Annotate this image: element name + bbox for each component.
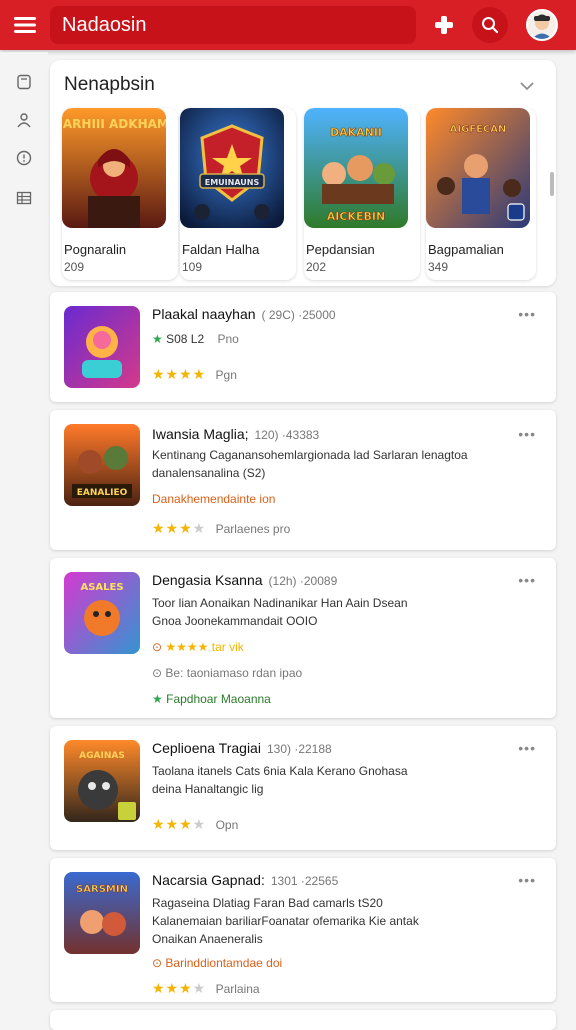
table-icon[interactable] — [14, 188, 34, 208]
plus-icon[interactable] — [426, 7, 462, 43]
featured-tile[interactable]: NEARHIII ADKHAMHI Pognaralin 209 — [62, 108, 178, 280]
tile-name: Pepdansian — [306, 242, 375, 257]
item-title: Nacarsia Gapnad: 1301 ·22565 — [152, 872, 339, 888]
more-options-icon[interactable]: ••• — [518, 872, 536, 888]
item-description: danalensanalina (S2) — [152, 466, 266, 480]
game-art: AIGFECAN — [426, 108, 530, 228]
svg-text:SARSMIN: SARSMIN — [76, 884, 128, 895]
info-icon[interactable] — [14, 148, 34, 168]
item-stars: ★★★★ Parlaenes pro — [152, 520, 291, 536]
search-icon[interactable] — [472, 7, 508, 43]
tile-number: 202 — [306, 260, 327, 274]
tile-name: Pognaralin — [64, 242, 127, 257]
item-stars: ★★★★ Pgn — [152, 366, 237, 382]
list-item[interactable]: Plaakal naayhan( 29C) ·25000 ★ S08 L2 Pn… — [50, 292, 556, 402]
svg-text:AGAINAS: AGAINAS — [79, 751, 125, 761]
featured-section: Nenapbsin NEARHIII ADKHAMHI Pognaralin 2… — [50, 60, 556, 286]
item-description: deina Hanaltangic lig — [152, 782, 264, 796]
featured-tile[interactable]: EMUINAUNS Faldan Halha 109 — [180, 108, 296, 280]
list-item[interactable]: ASALES Dengasia Ksanna (12h) ·20089 Toor … — [50, 558, 556, 718]
featured-title: Nenapbsin — [64, 74, 155, 95]
user-icon[interactable] — [14, 110, 34, 130]
tablet-icon[interactable] — [14, 72, 34, 92]
svg-text:NEARHIII ADKHAMHI: NEARHIII ADKHAMHI — [62, 117, 166, 131]
game-thumbnail: AGAINAS — [64, 740, 140, 822]
svg-text:DAKANII: DAKANII — [330, 126, 382, 139]
item-stars: ★★★★ Opn — [152, 816, 239, 832]
item-highlight: ⊙ Barinddiontamdae doi — [152, 956, 283, 970]
svg-text:EANALIEO: EANALIEO — [77, 488, 128, 498]
item-badge: ★ Fapdhoar Maoanna — [152, 692, 271, 706]
svg-text:EMUINAUNS: EMUINAUNS — [205, 178, 260, 187]
chevron-down-icon[interactable] — [518, 77, 536, 95]
item-title: Iwansia Maglia; 120) ·43383 — [152, 426, 320, 442]
featured-tile[interactable]: AIGFECAN Bagpamalian 349 — [426, 108, 536, 280]
list-item[interactable] — [50, 1010, 556, 1030]
game-thumbnail: EANALIEO — [64, 424, 140, 506]
item-description: Gnoa Joonekammandait OOIO — [152, 614, 318, 628]
item-title: Dengasia Ksanna (12h) ·20089 — [152, 572, 338, 588]
game-art: EMUINAUNS — [180, 108, 284, 228]
item-highlight: Danakhemendainte ion — [152, 492, 276, 506]
item-description: Onaikan Anaeneralis — [152, 932, 263, 946]
tile-number: 109 — [182, 260, 203, 274]
more-options-icon[interactable]: ••• — [518, 426, 536, 442]
side-navigation — [0, 52, 48, 1024]
item-title: Ceplioena Tragiai 130) ·22188 — [152, 740, 332, 756]
list-item[interactable]: SARSMIN Nacarsia Gapnad: 1301 ·22565 Raga… — [50, 858, 556, 1002]
scrollbar[interactable] — [550, 172, 554, 196]
item-description: Toor lian Aonaikan Nadinanikar Han Aain … — [152, 596, 408, 610]
avatar[interactable] — [526, 9, 558, 41]
game-art: NEARHIII ADKHAMHI — [62, 108, 166, 228]
svg-text:ASALES: ASALES — [80, 582, 123, 593]
game-thumbnail: ASALES — [64, 572, 140, 654]
tile-number: 349 — [428, 260, 449, 274]
list-item[interactable]: AGAINAS Ceplioena Tragiai 130) ·22188 Tao… — [50, 726, 556, 850]
hamburger-menu-icon[interactable] — [0, 0, 50, 50]
item-description: Kentinang Caganansohemlargionada lad Sar… — [152, 448, 468, 462]
game-thumbnail: SARSMIN — [64, 872, 140, 954]
item-stars: ★★★★ Parlaina — [152, 980, 260, 996]
item-rating-line: ⊙ ★★★★ tar vik — [152, 640, 244, 654]
tile-name: Faldan Halha — [182, 242, 260, 257]
item-rating: ★ S08 L2 Pno — [152, 332, 239, 346]
tile-number: 209 — [64, 260, 85, 274]
item-description: Kalanemaian bariliarFoanatar ofemarika K… — [152, 914, 419, 928]
item-title: Plaakal naayhan( 29C) ·25000 — [152, 306, 336, 322]
item-subtext: ⊙ Be: taoniamaso rdan ipao — [152, 666, 303, 680]
item-description: Taolana itanels Cats 6nia Kala Kerano Gn… — [152, 764, 408, 778]
svg-text:AICKEBIN: AICKEBIN — [327, 210, 385, 223]
item-description: Ragaseina Dlatiag Faran Bad camarls tS20 — [152, 896, 383, 910]
svg-text:AIGFECAN: AIGFECAN — [450, 124, 507, 135]
more-options-icon[interactable]: ••• — [518, 572, 536, 588]
tile-name: Bagpamalian — [428, 242, 504, 257]
top-app-bar: Nadaosin — [0, 0, 576, 50]
more-options-icon[interactable]: ••• — [518, 306, 536, 322]
game-art: DAKANII AICKEBIN — [304, 108, 408, 228]
search-text: Nadaosin — [62, 13, 147, 36]
featured-tile[interactable]: DAKANII AICKEBIN Pepdansian 202 — [304, 108, 420, 280]
game-thumbnail — [64, 306, 140, 388]
search-input[interactable]: Nadaosin — [50, 6, 416, 44]
more-options-icon[interactable]: ••• — [518, 740, 536, 756]
list-item[interactable]: EANALIEO Iwansia Maglia; 120) ·43383 Kent… — [50, 410, 556, 550]
